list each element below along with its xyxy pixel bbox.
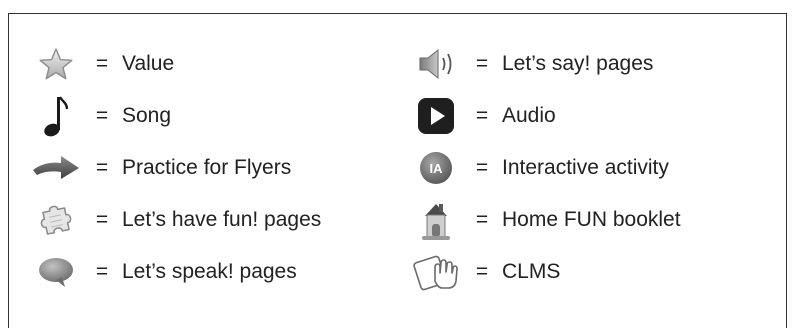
tablet-hand-icon — [410, 252, 462, 292]
legend-label: Let’s have fun! pages — [122, 208, 322, 231]
legend-label: Practice for Flyers — [122, 156, 292, 179]
house-icon — [410, 200, 462, 240]
arrow-icon — [30, 148, 82, 188]
star-icon — [30, 44, 82, 84]
equals-sign: = — [95, 208, 109, 231]
ia-badge-icon: IA — [410, 148, 462, 188]
legend-item-home-fun-booklet: = Home FUN booklet — [410, 194, 681, 246]
equals-sign: = — [475, 208, 489, 231]
equals-sign: = — [95, 260, 109, 283]
equals-sign: = — [475, 52, 489, 75]
legend-item-song: = Song — [30, 90, 321, 142]
play-button-icon — [410, 96, 462, 136]
legend-item-audio: = Audio — [410, 90, 681, 142]
legend-item-lets-speak: = Let’s speak! pages — [30, 246, 321, 298]
legend-label: Home FUN booklet — [502, 208, 681, 231]
speaker-icon — [410, 44, 462, 84]
legend-item-lets-have-fun: = Let’s have fun! pages — [30, 194, 321, 246]
equals-sign: = — [95, 52, 109, 75]
music-note-icon — [30, 96, 82, 137]
equals-sign: = — [475, 260, 489, 283]
legend-label: Interactive activity — [502, 156, 669, 179]
legend-label: Let’s say! pages — [502, 52, 654, 75]
equals-sign: = — [95, 104, 109, 127]
legend-label: Value — [122, 52, 175, 75]
equals-sign: = — [475, 104, 489, 127]
legend-label: Song — [122, 104, 172, 127]
puzzle-piece-icon — [30, 200, 82, 240]
ia-badge-text: IA — [430, 161, 444, 176]
legend-label: Let’s speak! pages — [122, 260, 297, 283]
legend-item-lets-say: = Let’s say! pages — [410, 38, 681, 90]
legend-label: CLMS — [502, 260, 561, 283]
legend-item-value: = Value — [30, 38, 321, 90]
legend-item-practice-for-flyers: = Practice for Flyers — [30, 142, 321, 194]
speech-bubble-icon — [30, 252, 82, 292]
equals-sign: = — [95, 156, 109, 179]
equals-sign: = — [475, 156, 489, 179]
legend-item-interactive-activity: IA = Interactive activity — [410, 142, 681, 194]
legend-left-column: = Value = Song = Practice for Flyers = L… — [30, 38, 321, 298]
legend-right-column: = Let’s say! pages = Audio IA = Interact… — [410, 38, 681, 298]
legend-item-clms: = CLMS — [410, 246, 681, 298]
legend-label: Audio — [502, 104, 556, 127]
